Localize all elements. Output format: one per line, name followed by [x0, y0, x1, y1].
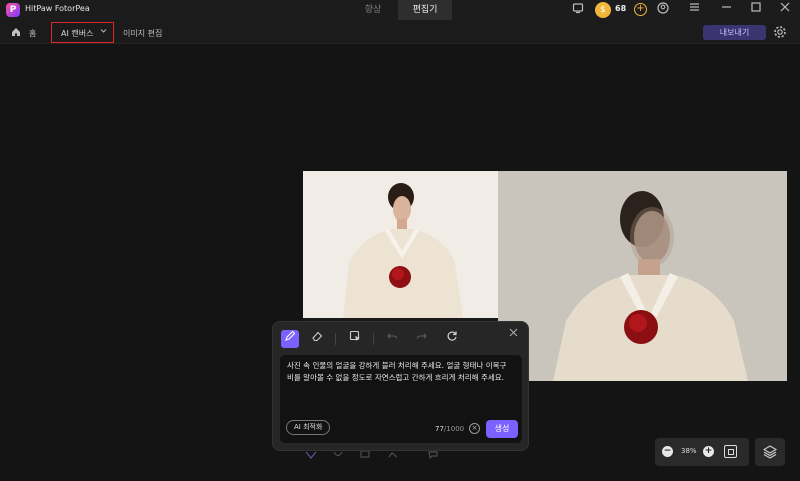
eraser-icon[interactable] [308, 330, 326, 348]
brush-icon[interactable] [281, 330, 299, 348]
home-icon[interactable] [11, 27, 21, 40]
zoom-level: 38% [681, 447, 697, 455]
original-photo [303, 171, 498, 318]
shape-tool-icon[interactable] [333, 451, 343, 462]
title-bar: P HitPaw FotorPea 향상 편집기 $ 68 + [0, 0, 800, 20]
export-button[interactable]: 내보내기 [703, 25, 766, 40]
tab-editor[interactable]: 편집기 [398, 0, 452, 20]
text-tool-icon[interactable] [360, 450, 370, 462]
screen-icon[interactable] [570, 2, 586, 18]
reset-icon[interactable] [443, 330, 461, 348]
select-tool-icon[interactable] [305, 451, 317, 462]
close-icon[interactable] [777, 2, 793, 18]
ai-optimize-button[interactable]: AI 최적화 [286, 420, 331, 435]
clear-text-icon[interactable]: × [469, 423, 480, 434]
ai-canvas-dropdown[interactable]: AI 캔버스 [51, 22, 114, 43]
home-link[interactable]: 홈 [29, 28, 36, 39]
toolbar-divider [373, 333, 374, 345]
add-credits-icon[interactable]: + [634, 3, 647, 16]
char-counter: 77/1000 [435, 425, 464, 433]
image-edit-tab[interactable]: 이미지 편집 [123, 28, 162, 39]
editor-toolbar: 홈 AI 캔버스 이미지 편집 내보내기 [0, 20, 800, 44]
blurred-result-photo [498, 171, 787, 381]
ai-canvas-label: AI 캔버스 [61, 29, 94, 38]
user-icon[interactable] [655, 2, 671, 18]
menu-icon[interactable] [686, 2, 702, 18]
char-count-limit: /1000 [443, 425, 465, 433]
gear-icon[interactable] [773, 25, 787, 43]
undo-icon[interactable] [383, 330, 401, 348]
generate-button[interactable]: 생성 [486, 420, 518, 438]
zoom-in-button[interactable]: + [703, 446, 714, 457]
redo-icon[interactable] [413, 330, 431, 348]
prompt-textarea[interactable]: 사진 속 인물의 얼굴을 강하게 블러 처리해 주세요. 얼굴 형태나 이목구비… [280, 355, 522, 443]
char-count-current: 77 [435, 425, 444, 433]
toolbar-divider [335, 333, 336, 345]
tab-enhance[interactable]: 향상 [355, 0, 391, 20]
fit-screen-icon[interactable] [724, 445, 737, 458]
app-window: P HitPaw FotorPea 향상 편집기 $ 68 + 홈 AI 캔버스… [0, 0, 800, 481]
image-tool-icon[interactable] [388, 451, 398, 462]
coin-icon[interactable]: $ [595, 2, 611, 18]
prompt-text: 사진 속 인물의 얼굴을 강하게 블러 처리해 주세요. 얼굴 형태나 이목구비… [287, 361, 507, 382]
maximize-icon[interactable] [748, 2, 764, 18]
chevron-down-icon [100, 26, 107, 38]
app-logo-icon: P [6, 3, 20, 17]
comment-tool-icon[interactable] [428, 451, 438, 462]
credit-count: 68 [615, 4, 627, 13]
smart-select-icon[interactable] [346, 330, 364, 348]
ai-prompt-dialog: 사진 속 인물의 얼굴을 강하게 블러 처리해 주세요. 얼굴 형태나 이목구비… [272, 321, 529, 451]
zoom-control: − 38% + [655, 438, 749, 466]
minimize-icon[interactable] [718, 2, 734, 18]
app-title: HitPaw FotorPea [25, 4, 90, 13]
layers-icon[interactable] [755, 438, 785, 466]
dialog-close-icon[interactable] [509, 327, 518, 340]
zoom-out-button[interactable]: − [662, 446, 673, 457]
